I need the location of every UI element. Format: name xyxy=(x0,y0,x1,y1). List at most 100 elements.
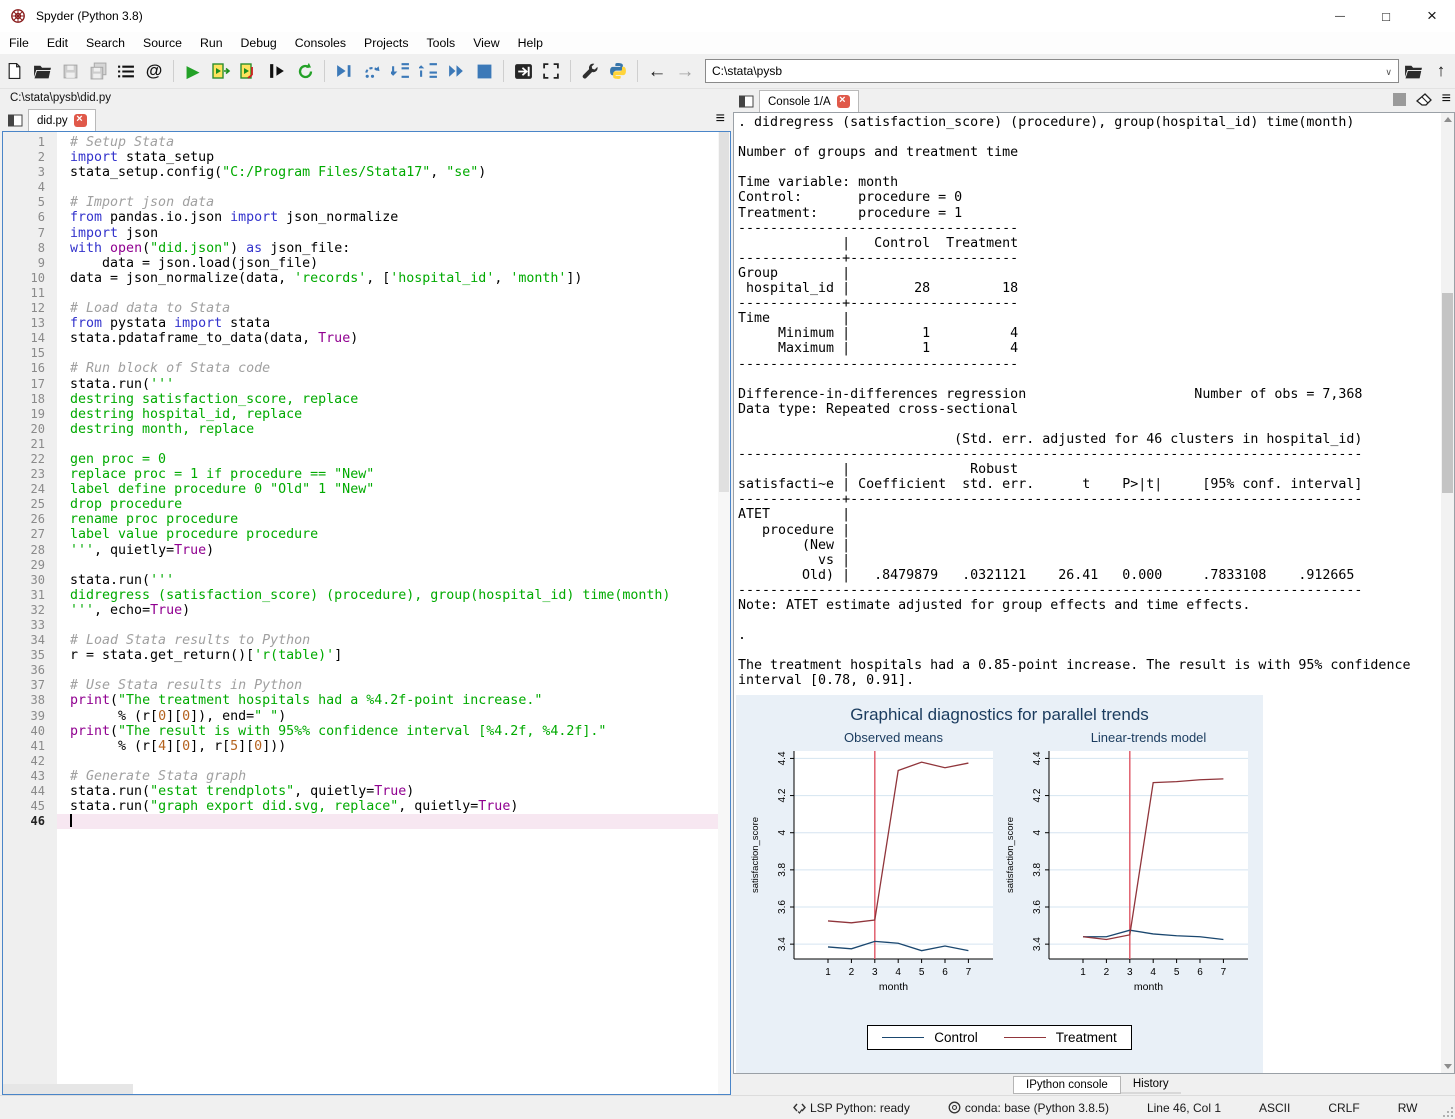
menu-edit[interactable]: Edit xyxy=(38,34,77,52)
code-area[interactable]: # Setup Stata import stata_setup stata_set… xyxy=(57,132,730,1094)
file-switcher-button[interactable] xyxy=(112,57,140,85)
working-directory-combobox[interactable] xyxy=(705,59,1399,83)
stop-debug-button[interactable] xyxy=(470,57,498,85)
code-line-14[interactable]: stata.pdataframe_to_data(data, True) xyxy=(57,331,730,346)
code-line-25[interactable]: drop procedure xyxy=(57,497,730,512)
run-cell-button[interactable] xyxy=(207,57,235,85)
fullscreen-button[interactable] xyxy=(537,57,565,85)
open-directory-button[interactable] xyxy=(1399,57,1427,85)
resize-grip[interactable] xyxy=(1443,1107,1453,1117)
code-line-45[interactable]: stata.run("graph export did.svg, replace… xyxy=(57,799,730,814)
code-line-9[interactable]: data = json.load(json_file) xyxy=(57,256,730,271)
code-line-19[interactable]: destring hospital_id, replace xyxy=(57,407,730,422)
code-line-2[interactable]: import stata_setup xyxy=(57,150,730,165)
code-line-6[interactable]: from pandas.io.json import json_normaliz… xyxy=(57,210,730,225)
code-line-21[interactable] xyxy=(57,437,730,452)
save-button[interactable] xyxy=(56,57,84,85)
menu-file[interactable]: File xyxy=(0,34,38,52)
menu-source[interactable]: Source xyxy=(134,34,191,52)
menu-search[interactable]: Search xyxy=(77,34,134,52)
menu-projects[interactable]: Projects xyxy=(355,34,417,52)
code-line-7[interactable]: import json xyxy=(57,226,730,241)
continue-button[interactable] xyxy=(442,57,470,85)
code-line-10[interactable]: data = json_normalize(data, 'records', [… xyxy=(57,271,730,286)
code-line-38[interactable]: print("The treatment hospitals had a %4.… xyxy=(57,693,730,708)
code-editor[interactable]: 1 2 3 4 5 6 7 8 9 10 11 12 13 14 15 16 17 18 19 20 21 22 23 24 2… xyxy=(2,131,731,1095)
editor-tab-didpy[interactable]: did.py xyxy=(28,109,96,131)
run-selection-button[interactable] xyxy=(263,57,291,85)
code-line-31[interactable]: didregress (satisfaction_score) (procedu… xyxy=(57,588,730,603)
code-line-32[interactable]: ''', echo=True) xyxy=(57,603,730,618)
console-tab[interactable]: Console 1/A xyxy=(759,90,859,112)
code-line-46[interactable] xyxy=(57,814,730,830)
step-out-button[interactable] xyxy=(414,57,442,85)
step-into-button[interactable] xyxy=(386,57,414,85)
chevron-down-icon[interactable] xyxy=(1385,62,1398,80)
code-line-5[interactable]: # Import json data xyxy=(57,195,730,210)
code-line-1[interactable]: # Setup Stata xyxy=(57,135,730,150)
preferences-button[interactable] xyxy=(576,57,604,85)
back-button[interactable]: ← xyxy=(643,57,671,85)
code-line-34[interactable]: # Load Stata results to Python xyxy=(57,633,730,648)
parent-directory-button[interactable]: ↑ xyxy=(1427,57,1455,85)
code-line-20[interactable]: destring month, replace xyxy=(57,422,730,437)
code-line-28[interactable]: ''', quietly=True) xyxy=(57,543,730,558)
code-line-17[interactable]: stata.run(''' xyxy=(57,377,730,392)
editor-horizontal-scrollbar[interactable] xyxy=(3,1084,133,1094)
run-file-button[interactable]: ▶ xyxy=(179,57,207,85)
code-line-12[interactable]: # Load data to Stata xyxy=(57,301,730,316)
code-line-4[interactable] xyxy=(57,180,730,195)
scroll-up-icon[interactable] xyxy=(1444,117,1452,122)
ipython-console[interactable]: . didregress (satisfaction_score) (proce… xyxy=(733,112,1455,1074)
scroll-down-icon[interactable] xyxy=(1444,1064,1452,1069)
close-button[interactable] xyxy=(1409,0,1455,32)
interrupt-kernel-icon[interactable] xyxy=(1392,92,1406,106)
code-line-37[interactable]: # Use Stata results in Python xyxy=(57,678,730,693)
code-line-24[interactable]: label define procedure 0 "Old" 1 "New" xyxy=(57,482,730,497)
code-line-26[interactable]: rename proc procedure xyxy=(57,512,730,527)
code-line-39[interactable]: % (r[0][0]), end=" ") xyxy=(57,709,730,724)
code-line-43[interactable]: # Generate Stata graph xyxy=(57,769,730,784)
code-line-27[interactable]: label value procedure procedure xyxy=(57,527,730,542)
open-file-button[interactable] xyxy=(28,57,56,85)
menu-consoles[interactable]: Consoles xyxy=(286,34,355,52)
rerun-cell-button[interactable] xyxy=(291,57,319,85)
minimize-button[interactable] xyxy=(1317,0,1363,32)
working-directory-input[interactable] xyxy=(706,64,1386,78)
maximize-button[interactable] xyxy=(1363,0,1409,32)
code-line-3[interactable]: stata_setup.config("C:/Program Files/Sta… xyxy=(57,165,730,180)
menu-tools[interactable]: Tools xyxy=(417,34,464,52)
code-line-42[interactable] xyxy=(57,754,730,769)
close-tab-icon[interactable] xyxy=(836,94,850,108)
browse-tabs-button[interactable] xyxy=(736,92,756,111)
close-tab-icon[interactable] xyxy=(73,113,87,127)
code-line-41[interactable]: % (r[4][0], r[5][0])) xyxy=(57,739,730,754)
code-line-22[interactable]: gen proc = 0 xyxy=(57,452,730,467)
editor-options-menu-icon[interactable]: ≡ xyxy=(716,110,725,128)
menu-view[interactable]: View xyxy=(464,34,508,52)
forward-button[interactable]: → xyxy=(671,57,699,85)
menu-run[interactable]: Run xyxy=(191,34,232,52)
maximize-pane-button[interactable] xyxy=(509,57,537,85)
code-line-13[interactable]: from pystata import stata xyxy=(57,316,730,331)
code-line-44[interactable]: stata.run("estat trendplots", quietly=Tr… xyxy=(57,784,730,799)
code-line-18[interactable]: destring satisfaction_score, replace xyxy=(57,392,730,407)
console-options-menu-icon[interactable]: ≡ xyxy=(1442,90,1451,108)
menu-debug[interactable]: Debug xyxy=(232,34,286,52)
code-line-23[interactable]: replace proc = 1 if procedure == "New" xyxy=(57,467,730,482)
tab-ipython-console[interactable]: IPython console xyxy=(1013,1075,1121,1094)
save-all-button[interactable] xyxy=(84,57,112,85)
step-over-button[interactable] xyxy=(358,57,386,85)
code-line-11[interactable] xyxy=(57,286,730,301)
tab-history[interactable]: History xyxy=(1120,1076,1181,1094)
debug-file-button[interactable] xyxy=(330,57,358,85)
run-cell-advance-button[interactable] xyxy=(235,57,263,85)
code-line-16[interactable]: # Run block of Stata code xyxy=(57,361,730,376)
code-line-35[interactable]: r = stata.get_return()['r(table)'] xyxy=(57,648,730,663)
code-line-33[interactable] xyxy=(57,618,730,633)
pythonpath-button[interactable] xyxy=(604,57,632,85)
code-line-8[interactable]: with open("did.json") as json_file: xyxy=(57,241,730,256)
code-line-15[interactable] xyxy=(57,346,730,361)
new-file-button[interactable] xyxy=(0,57,28,85)
code-line-30[interactable]: stata.run(''' xyxy=(57,573,730,588)
